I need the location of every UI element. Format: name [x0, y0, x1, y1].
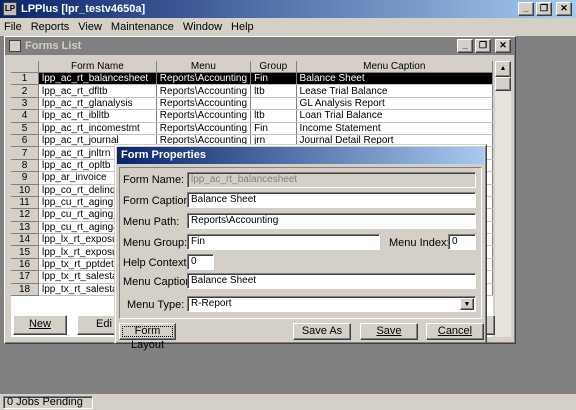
menu-path-field[interactable]: Reports\Accounting	[187, 213, 476, 229]
menu-file[interactable]: File	[4, 21, 22, 33]
table-row[interactable]: 2 lpp_ac_rt_dfltb Reports\Accounting ltb Lea…	[11, 84, 493, 98]
form-name-cell[interactable]: lpp_ac_rt_glanalysis	[38, 97, 157, 111]
row-number[interactable]: 17	[11, 270, 40, 284]
form-layout-button[interactable]: Form Layout	[119, 323, 176, 351]
status-bar: 0 Jobs Pending	[0, 394, 576, 410]
row-number[interactable]: 5	[11, 122, 40, 135]
help-context-field[interactable]: 0	[187, 254, 214, 270]
menu-caption-cell[interactable]: Income Statement	[296, 122, 493, 135]
row-number[interactable]: 15	[11, 245, 40, 259]
menu-index-field[interactable]: 0	[448, 234, 476, 250]
row-number[interactable]: 9	[11, 171, 40, 185]
menu-reports[interactable]: Reports	[31, 21, 70, 33]
table-row[interactable]: 5 lpp_ac_rt_incomestmt Reports\Accounting F…	[11, 122, 493, 135]
form-caption-label: Form Caption:	[123, 195, 193, 207]
menu-cell[interactable]: Reports\Accounting	[156, 84, 252, 98]
forms-list-close-button[interactable]: ✕	[495, 39, 511, 53]
corner-header	[11, 61, 40, 73]
menu-cell[interactable]: Reports\Accounting	[156, 97, 252, 111]
forms-list-titlebar: Forms List _ ❐ ✕	[5, 37, 515, 55]
row-number[interactable]: 8	[11, 159, 40, 173]
menu-type-select[interactable]: R-Report ▼	[187, 296, 476, 312]
menu-type-label: Menu Type:	[127, 299, 185, 311]
form-caption-field[interactable]: Balance Sheet	[187, 192, 476, 208]
jobs-pending-status: 0 Jobs Pending	[3, 396, 93, 409]
app-title: LPPlus [lpr_testv4650a]	[21, 3, 146, 15]
group-cell[interactable]: ltb	[250, 84, 297, 98]
cancel-button[interactable]: Cancel	[426, 323, 484, 340]
form-name-label: Form Name:	[123, 174, 185, 186]
row-number[interactable]: 13	[11, 221, 40, 235]
properties-panel: Form Name: lpp_ac_rt_balancesheet Form C…	[119, 167, 482, 319]
menu-caption-cell[interactable]: Lease Trial Balance	[296, 84, 493, 98]
form-name-cell[interactable]: lpp_ac_rt_balancesheet	[38, 72, 157, 86]
group-cell[interactable]: Fin	[250, 72, 297, 86]
menu-group-field[interactable]: Fin	[187, 234, 380, 250]
row-number[interactable]: 14	[11, 233, 40, 247]
close-button[interactable]: ✕	[556, 2, 572, 16]
minimize-button[interactable]: _	[518, 2, 534, 16]
form-name-cell[interactable]: lpp_ac_rt_incomestmt	[38, 122, 157, 135]
form-name-cell[interactable]: lpp_ac_rt_iblltb	[38, 109, 157, 123]
row-number[interactable]: 11	[11, 196, 40, 210]
row-number[interactable]: 1	[11, 72, 40, 86]
menu-type-value: R-Report	[191, 298, 232, 309]
column-header-form-name[interactable]: Form Name	[38, 61, 157, 73]
menu-caption-cell[interactable]: Balance Sheet	[296, 72, 493, 86]
row-number[interactable]: 12	[11, 208, 40, 222]
table-row[interactable]: 1 lpp_ac_rt_balancesheet Reports\Accountin…	[11, 72, 493, 86]
menu-index-label: Menu Index:	[389, 237, 450, 249]
menu-cell[interactable]: Reports\Accounting	[156, 109, 252, 123]
row-number[interactable]: 6	[11, 134, 40, 148]
form-properties-dialog: Form Properties Form Name: lpp_ac_rt_bal…	[114, 144, 487, 351]
new-button[interactable]: New	[13, 315, 67, 335]
forms-list-title: Forms List	[25, 40, 82, 52]
window-icon	[9, 40, 21, 52]
group-cell[interactable]	[250, 97, 297, 111]
save-as-button[interactable]: Save As	[293, 323, 351, 340]
row-number[interactable]: 16	[11, 258, 40, 272]
row-number[interactable]: 7	[11, 146, 40, 160]
vertical-scrollbar[interactable]: ▲	[495, 61, 511, 337]
menu-window[interactable]: Window	[183, 21, 222, 33]
table-row[interactable]: 4 lpp_ac_rt_iblltb Reports\Accounting ltb Lo…	[11, 109, 493, 123]
form-name-field: lpp_ac_rt_balancesheet	[187, 172, 476, 188]
restore-button[interactable]: ❐	[536, 2, 552, 16]
row-number[interactable]: 3	[11, 97, 40, 111]
menu-bar: File Reports View Maintenance Window Hel…	[0, 18, 576, 36]
row-number[interactable]: 10	[11, 184, 40, 197]
save-button[interactable]: Save	[360, 323, 418, 340]
menu-caption-label: Menu Caption:	[123, 276, 195, 288]
app-titlebar: LP LPPlus [lpr_testv4650a] _ ❐ ✕	[0, 0, 576, 18]
menu-view[interactable]: View	[78, 21, 102, 33]
menu-maintenance[interactable]: Maintenance	[111, 21, 174, 33]
menu-path-label: Menu Path:	[123, 216, 180, 228]
table-row[interactable]: 3 lpp_ac_rt_glanalysis Reports\Accounting G…	[11, 97, 493, 111]
group-cell[interactable]: Fin	[250, 122, 297, 135]
row-number[interactable]: 2	[11, 84, 40, 98]
chevron-down-icon[interactable]: ▼	[460, 298, 474, 310]
group-cell[interactable]: ltb	[250, 109, 297, 123]
column-header-menu-caption[interactable]: Menu Caption	[296, 61, 493, 73]
forms-list-minimize-button[interactable]: _	[457, 39, 473, 53]
scroll-up-arrow-icon[interactable]: ▲	[495, 61, 511, 77]
scroll-thumb[interactable]	[495, 77, 511, 91]
menu-cell[interactable]: Reports\Accounting	[156, 72, 252, 86]
menu-cell[interactable]: Reports\Accounting	[156, 122, 252, 135]
column-header-group[interactable]: Group	[250, 61, 297, 73]
forms-list-restore-button[interactable]: ❐	[475, 39, 491, 53]
menu-caption-cell[interactable]: GL Analysis Report	[296, 97, 493, 111]
dialog-titlebar: Form Properties	[117, 147, 484, 164]
menu-group-label: Menu Group:	[123, 237, 188, 249]
app-icon: LP	[3, 2, 17, 16]
menu-help[interactable]: Help	[231, 21, 254, 33]
column-header-menu[interactable]: Menu	[156, 61, 252, 73]
menu-caption-cell[interactable]: Loan Trial Balance	[296, 109, 493, 123]
row-number[interactable]: 4	[11, 109, 40, 123]
menu-caption-field[interactable]: Balance Sheet	[187, 273, 476, 289]
row-number[interactable]: 18	[11, 283, 40, 297]
form-name-cell[interactable]: lpp_ac_rt_dfltb	[38, 84, 157, 98]
